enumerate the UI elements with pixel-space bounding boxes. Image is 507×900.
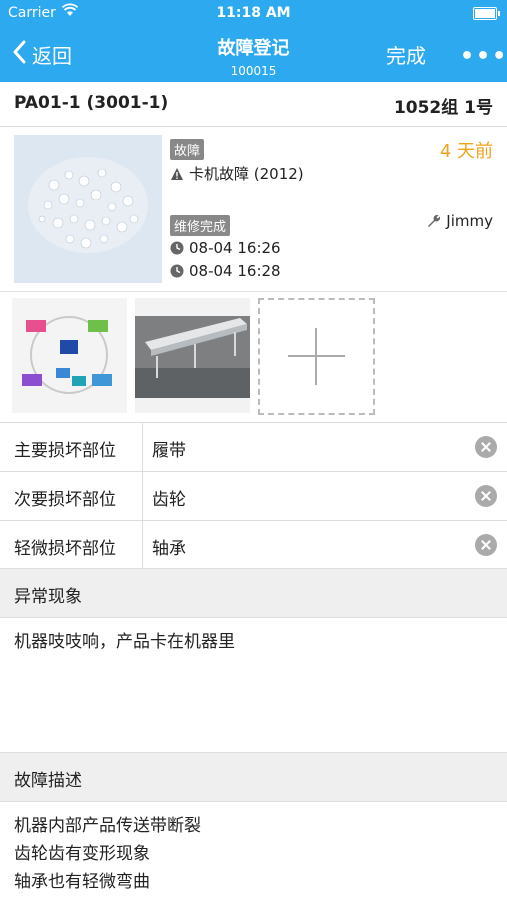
fault-text: 卡机故障 (2012) [189,165,304,183]
battery-icon [473,7,500,20]
clear-icon[interactable] [475,485,497,507]
description-line: 轴承也有轻微弯曲 [14,872,150,892]
clear-icon[interactable] [475,534,497,556]
clock-icon [170,264,184,278]
damage-value-input[interactable]: 齿轮 [152,485,186,510]
photo-strip [0,292,507,421]
add-photo-button[interactable] [258,298,375,415]
damage-row-minor: 轻微损坏部位 轴承 [0,520,507,569]
fault-type: 卡机故障 (2012) [170,163,304,184]
start-time: 08-04 16:26 [170,239,281,257]
fault-tag: 故障 [170,139,205,160]
product-thumbnail[interactable] [14,135,162,283]
abnormal-section-header: 异常现象 [0,568,507,618]
divider [142,521,143,569]
photo-conveyor[interactable] [135,298,250,413]
description-title: 故障描述 [14,771,82,791]
abnormal-text[interactable]: 机器吱吱响，产品卡在机器里 [14,628,494,656]
nav-bar: Carrier 11:18 AM 返回 故障登记 100015 完成 ••• [0,0,507,82]
more-button[interactable]: ••• [460,44,507,69]
photo-diagram[interactable] [12,298,127,413]
damage-label: 次要损坏部位 [14,490,116,510]
clock-icon [170,241,184,255]
start-time-text: 08-04 16:26 [189,239,281,257]
repair-status-tag: 维修完成 [170,215,231,236]
damage-label: 主要损坏部位 [14,441,116,461]
damage-label: 轻微损坏部位 [14,539,116,559]
end-time: 08-04 16:28 [170,262,281,280]
machine-id: PA01-1 (3001-1) [14,93,169,113]
description-line: 机器内部产品传送带断裂 [14,816,201,836]
time-ago: 4 天前 [439,141,493,162]
fault-summary: 故障 卡机故障 (2012) 4 天前 维修完成 Jimmy 08-04 16:… [0,127,507,292]
end-time-text: 08-04 16:28 [189,262,281,280]
clock-label: 11:18 AM [216,5,291,21]
page-title: 故障登记 [217,38,290,59]
page-subtitle: 100015 [230,64,277,78]
clear-icon[interactable] [475,436,497,458]
damage-row-major: 主要损坏部位 履带 [0,422,507,471]
damage-row-secondary: 次要损坏部位 齿轮 [0,471,507,520]
machine-header: PA01-1 (3001-1) 1052组 1号 [0,82,507,127]
machine-group: 1052组 1号 [393,98,493,118]
abnormal-title: 异常现象 [14,587,82,607]
divider [142,423,143,471]
description-line: 齿轮齿有变形现象 [14,844,150,864]
damage-value-input[interactable]: 轴承 [152,534,186,559]
description-text[interactable]: 机器内部产品传送带断裂 齿轮齿有变形现象 轴承也有轻微弯曲 [14,812,494,896]
damage-value-input[interactable]: 履带 [152,436,186,461]
wrench-icon [427,214,441,228]
description-section-header: 故障描述 [0,752,507,802]
done-button[interactable]: 完成 [386,40,426,69]
status-bar: Carrier 11:18 AM [0,0,507,26]
technician-name: Jimmy [446,212,493,230]
technician: Jimmy [427,212,493,230]
warning-icon [170,167,184,181]
divider [142,472,143,520]
